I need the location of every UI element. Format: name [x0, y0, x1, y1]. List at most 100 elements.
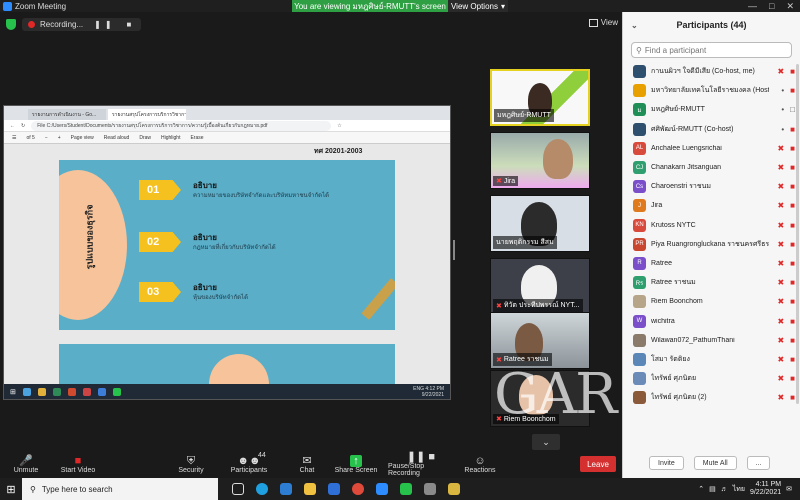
video-off-icon[interactable]: ■ [790, 240, 795, 249]
mute-all-button[interactable]: Mute All [693, 456, 737, 470]
video-off-icon[interactable]: ■ [790, 163, 795, 172]
pause-recording-icon[interactable]: ❚❚ [94, 20, 115, 29]
mic-off-icon[interactable]: ✖ [777, 240, 784, 249]
invite-button[interactable]: Invite [649, 456, 684, 470]
video-off-icon[interactable]: ■ [790, 201, 795, 210]
participant-row[interactable]: โสมา รัตติยง ✖ ■ [623, 350, 800, 369]
participant-row[interactable]: Wilawan072_PathumThani ✖ ■ [623, 331, 800, 350]
participant-search-input[interactable] [644, 45, 785, 55]
splitter-handle[interactable] [453, 240, 455, 260]
task-view-icon[interactable] [232, 483, 244, 495]
video-tile[interactable]: ✖ Ratree ราชนม [490, 312, 590, 369]
zoom-out-icon[interactable]: − [45, 135, 48, 141]
mic-on-icon[interactable]: • [781, 125, 784, 134]
video-on-icon[interactable]: □ [790, 105, 795, 114]
taskbar-clock[interactable]: 4:11 PM 9/22/2021 [750, 481, 781, 497]
stop-recording-icon[interactable]: ■ [127, 20, 136, 29]
pdf-tool-highlight[interactable]: Highlight [161, 135, 180, 141]
zoom-icon[interactable] [376, 483, 388, 495]
url-field[interactable]: File C:/Users/Student/Documents/รายงานสร… [31, 120, 332, 131]
mic-off-icon[interactable]: ✖ [777, 67, 784, 76]
chrome-icon[interactable] [352, 483, 364, 495]
pdf-tool-erase[interactable]: Erase [190, 135, 203, 141]
zoom-in-icon[interactable]: + [58, 135, 61, 141]
windows-start-icon[interactable]: ⊞ [0, 478, 22, 500]
video-off-icon[interactable]: ■ [790, 182, 795, 191]
view-button[interactable]: View [588, 18, 618, 27]
browser-tab[interactable]: รายงานการดำเนินงาน - Go... [28, 109, 106, 120]
pause-recording-button[interactable]: ❚❚ ■ Pause/Stop Recording [388, 450, 454, 478]
mic-off-icon[interactable]: ✖ [777, 182, 784, 191]
mic-off-icon[interactable]: ✖ [777, 374, 784, 383]
participant-row[interactable]: Riem Boonchom ✖ ■ [623, 292, 800, 311]
participant-row[interactable]: J Jira ✖ ■ [623, 196, 800, 215]
participant-row[interactable]: CJ Chanakarn Jitsanguan ✖ ■ [623, 158, 800, 177]
mic-off-icon[interactable]: ✖ [777, 297, 784, 306]
mic-off-icon[interactable]: ✖ [777, 393, 784, 402]
unmute-button[interactable]: 🎤 Unmute [10, 450, 42, 478]
video-off-icon[interactable]: ■ [790, 259, 795, 268]
mic-off-icon[interactable]: ✖ [777, 259, 784, 268]
participant-row[interactable]: Rร Ratree ราชนม ✖ ■ [623, 273, 800, 292]
back-icon[interactable]: ← [10, 123, 15, 129]
participant-search[interactable]: ⚲ [631, 42, 792, 58]
minimize-icon[interactable]: — [748, 1, 757, 12]
share-screen-button[interactable]: ↑ Share Screen [334, 450, 378, 478]
mic-off-icon[interactable]: ✖ [777, 144, 784, 153]
star-icon[interactable]: ☆ [337, 123, 341, 129]
video-off-icon[interactable]: ■ [790, 67, 795, 76]
chevron-up-icon[interactable]: ⌃ [698, 485, 704, 493]
line-icon[interactable] [400, 483, 412, 495]
taskbar-search[interactable]: ⚲ Type here to search [22, 478, 218, 500]
video-tile[interactable]: ✖ Jira [490, 132, 590, 189]
mic-off-icon[interactable]: ✖ [777, 163, 784, 172]
video-off-icon[interactable]: ■ [790, 336, 795, 345]
participant-row[interactable]: มหาวิทยาลัยเทคโนโลยีราชมงคล (Host) • ■ [623, 81, 800, 100]
pdf-tool-page-view[interactable]: Page view [71, 135, 94, 141]
start-video-button[interactable]: ■ Start Video [58, 450, 98, 478]
video-off-icon[interactable]: ■ [790, 86, 795, 95]
chat-button[interactable]: ✉ Chat [296, 450, 318, 478]
menu-icon[interactable]: ☰ [12, 135, 16, 141]
participant-row[interactable]: Wwichitra ✖ ■ [623, 311, 800, 330]
edge-icon[interactable] [280, 483, 292, 495]
security-button[interactable]: ⛨ Security [174, 450, 208, 478]
participant-row[interactable]: Cs Charoenstri ราชนม ✖ ■ [623, 177, 800, 196]
video-off-icon[interactable]: ■ [790, 317, 795, 326]
app-icon[interactable] [448, 483, 460, 495]
leave-button[interactable]: Leave [580, 456, 616, 472]
video-off-icon[interactable]: ■ [790, 374, 795, 383]
video-off-icon[interactable]: ■ [790, 393, 795, 402]
video-tile[interactable]: นายพฤติกรรม สีสม [490, 195, 590, 252]
chevron-down-icon[interactable]: ⌄ [631, 21, 638, 30]
mic-on-icon[interactable]: • [781, 86, 784, 95]
participant-row[interactable]: มมหฎศิษย์-RMUTT • □ [623, 100, 800, 119]
edge-icon[interactable] [256, 483, 268, 495]
scroll-down-icon[interactable]: ⌄ [532, 434, 560, 450]
video-tile[interactable]: ✖ ทิวัต ประทีปพรรณ์ NYT... [490, 258, 590, 315]
video-off-icon[interactable]: ■ [790, 297, 795, 306]
taskbar-lang[interactable]: ไทย [733, 484, 745, 495]
network-icon[interactable]: ▤ [709, 485, 716, 493]
pdf-tool-read-aloud[interactable]: Read aloud [104, 135, 130, 141]
participant-row[interactable]: ไทรัพย์ ศุภนิตย ✖ ■ [623, 369, 800, 388]
maximize-icon[interactable]: □ [769, 1, 774, 12]
mic-off-icon[interactable]: ✖ [777, 317, 784, 326]
participant-row[interactable]: AL Anchalee Luengsrichai ✖ ■ [623, 139, 800, 158]
browser-tab-active[interactable]: รายงานสรุปโครงการบริการวิชาการ... [108, 109, 186, 120]
refresh-icon[interactable]: ↻ [21, 123, 25, 129]
participant-row[interactable]: PR Piya Ruangrongluckana ราชนครศรีธรรม ✖ ■ [623, 235, 800, 254]
participant-row[interactable]: R Ratree ✖ ■ [623, 254, 800, 273]
volume-icon[interactable]: ♬ [721, 486, 728, 493]
participant-row[interactable]: KN Krutoss NYTC ✖ ■ [623, 216, 800, 235]
store-icon[interactable] [328, 483, 340, 495]
video-off-icon[interactable]: ■ [790, 355, 795, 364]
pdf-tool-draw[interactable]: Draw [139, 135, 151, 141]
video-off-icon[interactable]: ■ [790, 221, 795, 230]
video-off-icon[interactable]: ■ [790, 144, 795, 153]
participant-row[interactable]: กานนผิวฯ ใจดีมีเสีย (Co-host, me) ✖ ■ [623, 62, 800, 81]
file-explorer-icon[interactable] [304, 483, 316, 495]
close-icon[interactable]: ✕ [786, 1, 794, 12]
mic-off-icon[interactable]: ✖ [777, 336, 784, 345]
video-tile[interactable]: มหฎศิษย์-RMUTT [490, 69, 590, 126]
